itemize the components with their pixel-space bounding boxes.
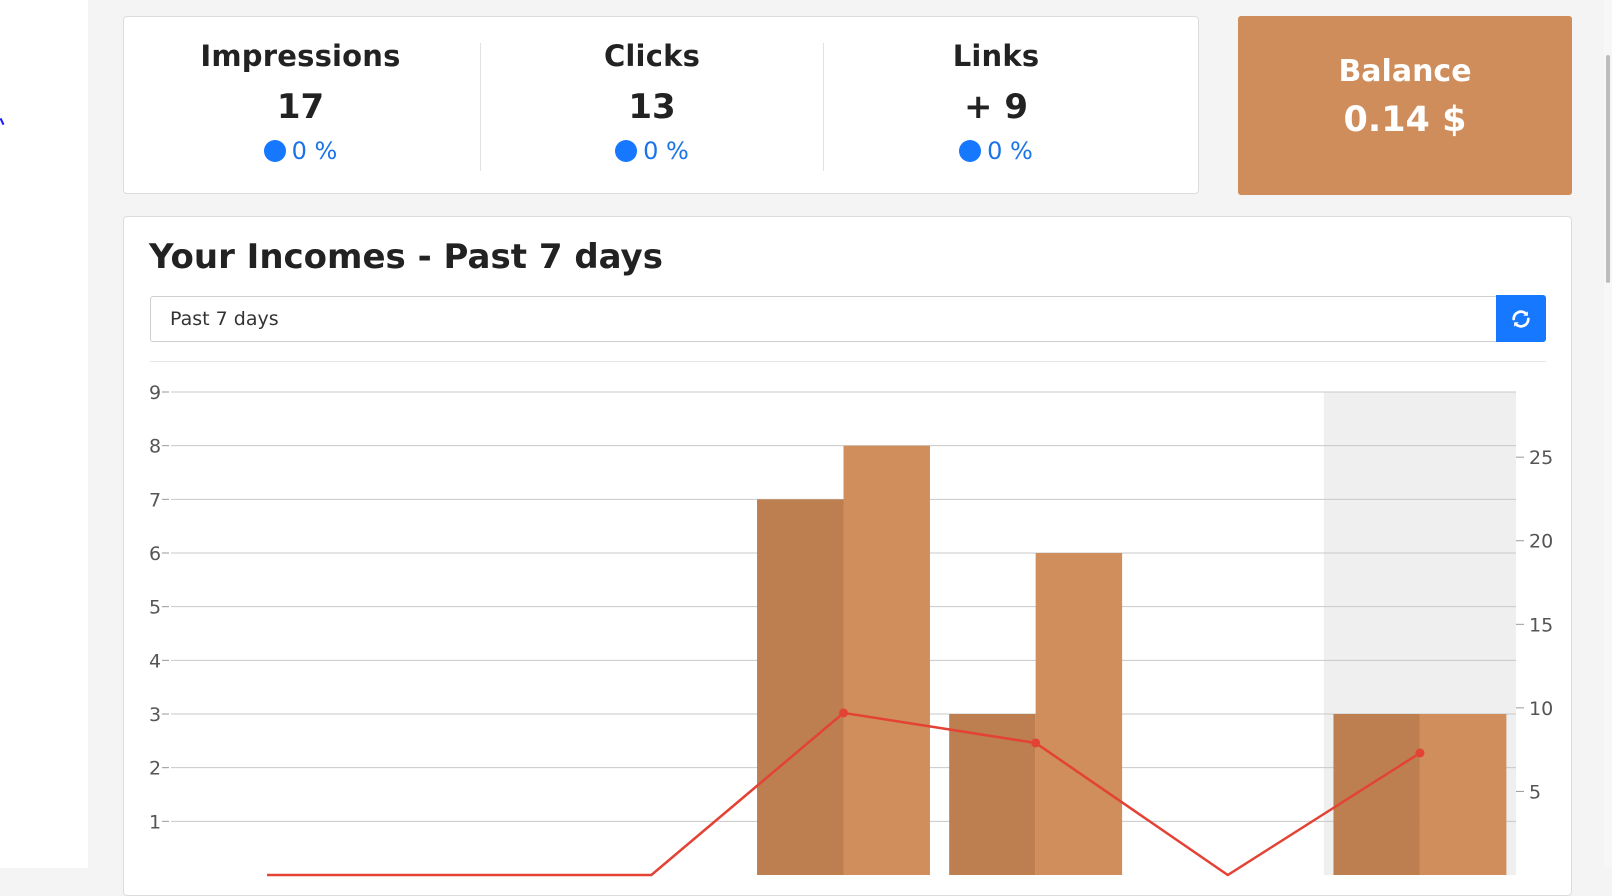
- left-tick-label: 3: [149, 704, 161, 726]
- left-tick-label: 7: [149, 489, 161, 511]
- stat-value: + 9: [964, 87, 1028, 127]
- income-card: Your Incomes - Past 7 days Past 7 days ⌄…: [123, 216, 1572, 896]
- right-tick-label: 25: [1529, 447, 1553, 469]
- left-tick-label: 9: [149, 382, 161, 404]
- balance-title: Balance: [1338, 54, 1472, 89]
- stat-clicks: Clicks 13 0 %: [481, 17, 823, 193]
- stat-links: Links + 9 0 %: [824, 17, 1168, 193]
- right-tick-label: 20: [1529, 531, 1553, 553]
- balance-card: Balance 0.14 $: [1238, 16, 1572, 195]
- scrollbar[interactable]: [1604, 0, 1612, 868]
- right-tick-label: 10: [1529, 698, 1553, 720]
- bar: [949, 714, 1036, 875]
- left-tick-label: 4: [149, 650, 161, 672]
- line-point: [839, 708, 848, 718]
- line-point: [1031, 738, 1041, 748]
- stat-impressions: Impressions 17 0 %: [124, 17, 477, 193]
- balance-value: 0.14 $: [1343, 100, 1467, 140]
- stat-value: 17: [276, 87, 325, 127]
- left-tick-label: 5: [149, 597, 161, 619]
- bar: [1035, 553, 1123, 875]
- left-tick-label: 2: [149, 758, 161, 780]
- scrollbar-thumb[interactable]: [1606, 55, 1610, 283]
- dot-icon: [615, 140, 638, 162]
- stat-title: Clicks: [603, 39, 701, 73]
- bar: [757, 499, 844, 875]
- bar: [1419, 714, 1507, 875]
- stat-change: 0 %: [124, 137, 477, 165]
- bar: [843, 445, 930, 875]
- dot-icon: [959, 140, 982, 162]
- dot-icon: [263, 140, 286, 162]
- stat-title: Links: [952, 39, 1040, 73]
- stat-title: Impressions: [200, 39, 401, 73]
- left-tick-label: 6: [149, 543, 161, 565]
- bar: [1333, 714, 1420, 875]
- left-tick-label: 1: [149, 811, 161, 833]
- stat-change: 0 %: [824, 137, 1168, 165]
- right-tick-label: 15: [1529, 614, 1553, 636]
- right-tick-label: 5: [1529, 781, 1541, 803]
- income-chart: 1 2 3 4 5 6 7 8 9 5 10 15 20 25: [149, 382, 1553, 877]
- left-tick-label: 8: [149, 436, 161, 458]
- line-point: [1415, 748, 1425, 758]
- sidebar-area: [0, 0, 88, 868]
- stats-card: Impressions 17 0 % Clicks 13 0 % Links +…: [123, 16, 1199, 194]
- stat-change: 0 %: [481, 137, 823, 165]
- sidebar-mark: [0, 117, 5, 126]
- stat-value: 13: [628, 87, 676, 127]
